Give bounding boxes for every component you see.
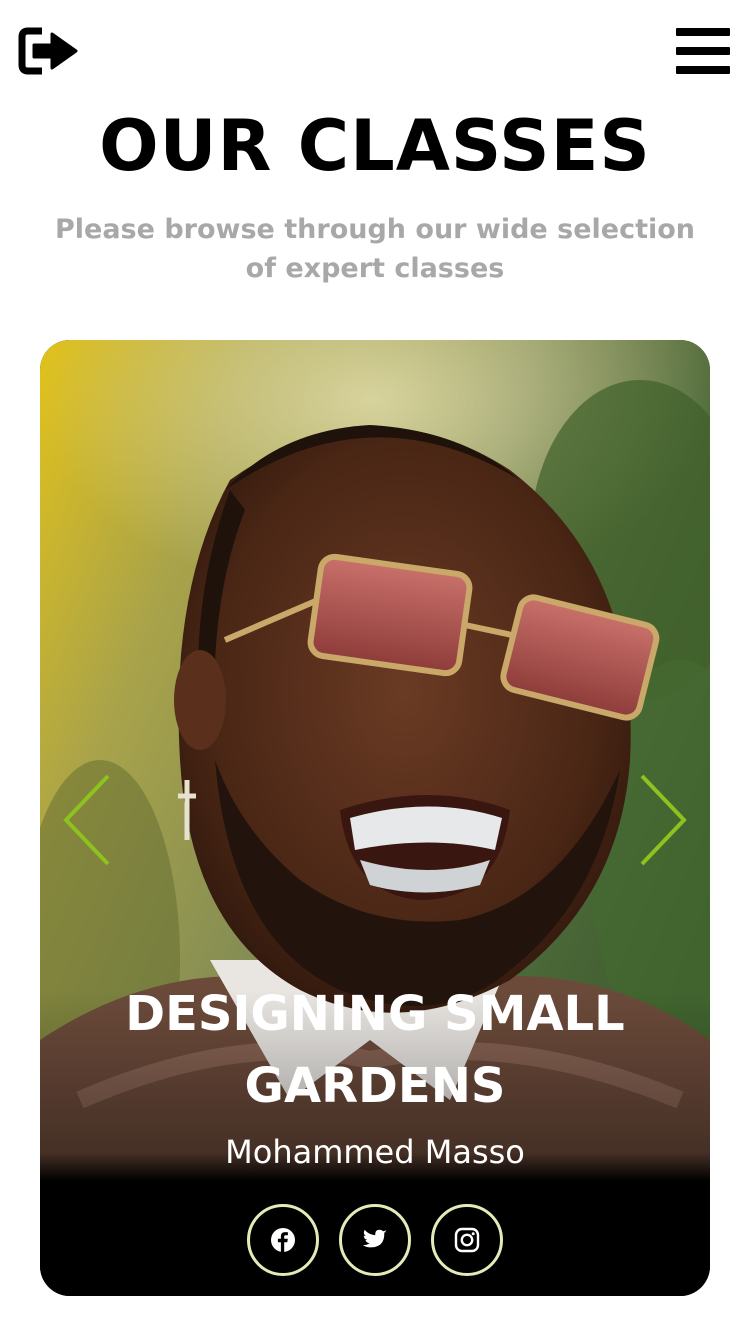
twitter-icon [362,1229,387,1248]
class-title: DESIGNING SMALL GARDENS [125,986,625,1114]
menu-bar-line [676,47,730,55]
instagram-icon [454,1227,480,1253]
carousel-prev-button[interactable] [58,770,118,870]
chevron-right-icon [640,774,687,866]
facebook-icon [271,1228,295,1252]
logout-button[interactable] [18,26,82,76]
logout-arrow-icon [18,27,78,75]
class-card: DESIGNING SMALL GARDENS Mohammed Masso [40,340,710,1296]
twitter-button[interactable] [339,1204,411,1276]
chevron-left-icon [63,774,110,866]
instagram-button[interactable] [431,1204,503,1276]
menu-bar-line [676,66,730,74]
carousel-next-button[interactable] [632,770,692,870]
hamburger-menu-button[interactable] [676,26,732,76]
instructor-name: Mohammed Masso [225,1133,525,1171]
facebook-button[interactable] [247,1204,319,1276]
social-links [40,1204,710,1276]
page-subtitle: Please browse through our wide selection… [54,214,696,284]
menu-bar-line [676,28,730,36]
page-title: OUR CLASSES [99,105,651,187]
top-bar [0,0,750,100]
